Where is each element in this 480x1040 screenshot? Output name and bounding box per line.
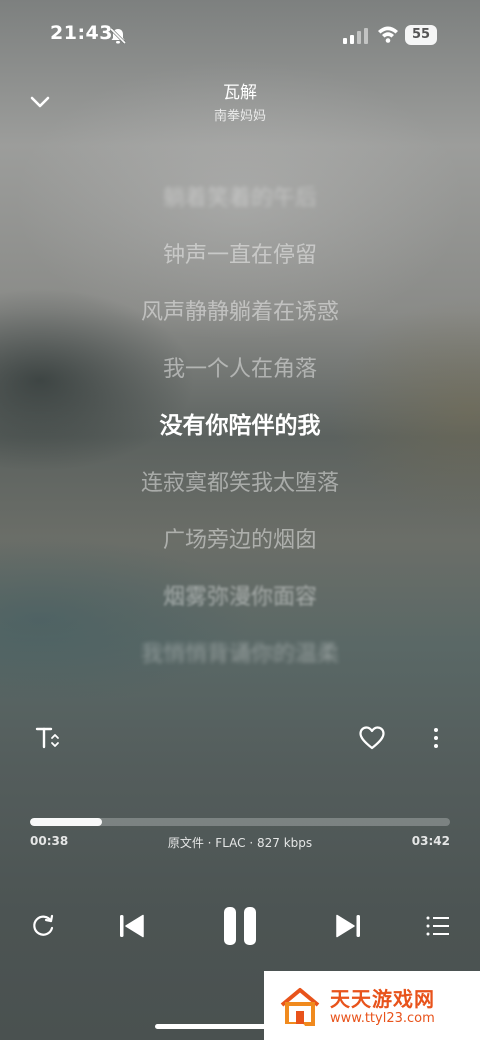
text-size-icon[interactable] (34, 724, 62, 752)
song-header: 瓦解 南拳妈妈 (0, 82, 480, 127)
house-logo-icon (280, 988, 320, 1026)
home-indicator[interactable] (155, 1024, 305, 1029)
playlist-icon[interactable] (424, 912, 452, 940)
repeat-icon[interactable] (29, 912, 57, 940)
watermark-badge: 天天游戏网 www.ttyl23.com (264, 971, 480, 1040)
wifi-icon (378, 26, 398, 43)
lyric-line[interactable]: 连寂寞都笑我太堕落 (0, 455, 480, 512)
watermark-name: 天天游戏网 (330, 987, 435, 1011)
progress-bar[interactable] (30, 818, 450, 826)
lyric-line[interactable]: 躺着笑着的午后 (0, 170, 480, 227)
lyrics-actions-row (0, 716, 480, 760)
total-duration: 03:42 (411, 834, 450, 848)
song-title: 瓦解 (223, 83, 257, 103)
pause-icon[interactable] (220, 904, 260, 948)
cellular-signal-icon (343, 28, 368, 44)
artist-name[interactable]: 南拳妈妈 (0, 107, 480, 127)
lyric-line[interactable]: 广场旁边的烟囱 (0, 512, 480, 569)
status-time: 21:43 (50, 22, 113, 44)
battery-level: 55 (405, 25, 437, 45)
lyric-line[interactable]: 风声静静躺着在诱惑 (0, 284, 480, 341)
playback-controls (0, 898, 480, 958)
status-bar: 21:43 55 (0, 0, 480, 70)
more-vertical-icon[interactable] (422, 724, 450, 752)
current-lyric-line[interactable]: 没有你陪伴的我 (0, 398, 480, 455)
lyric-line[interactable]: 我悄悄背诵你的温柔 (0, 626, 480, 683)
lyrics-panel[interactable]: 躺着笑着的午后 钟声一直在停留 风声静静躺着在诱惑 我一个人在角落 没有你陪伴的… (0, 170, 480, 683)
previous-icon[interactable] (116, 910, 148, 942)
playback-meta: 00:38 原文件 · FLAC · 827 kbps 03:42 (30, 834, 450, 852)
lyric-line[interactable]: 钟声一直在停留 (0, 227, 480, 284)
heart-icon[interactable] (358, 724, 386, 752)
watermark-url: www.ttyl23.com (330, 1011, 435, 1026)
bell-muted-icon (109, 27, 127, 45)
progress-fill (30, 818, 102, 826)
lyric-line[interactable]: 烟雾弥漫你面容 (0, 569, 480, 626)
lyric-line[interactable]: 我一个人在角落 (0, 341, 480, 398)
next-icon[interactable] (332, 910, 364, 942)
audio-quality[interactable]: 原文件 · FLAC · 827 kbps (30, 834, 450, 851)
